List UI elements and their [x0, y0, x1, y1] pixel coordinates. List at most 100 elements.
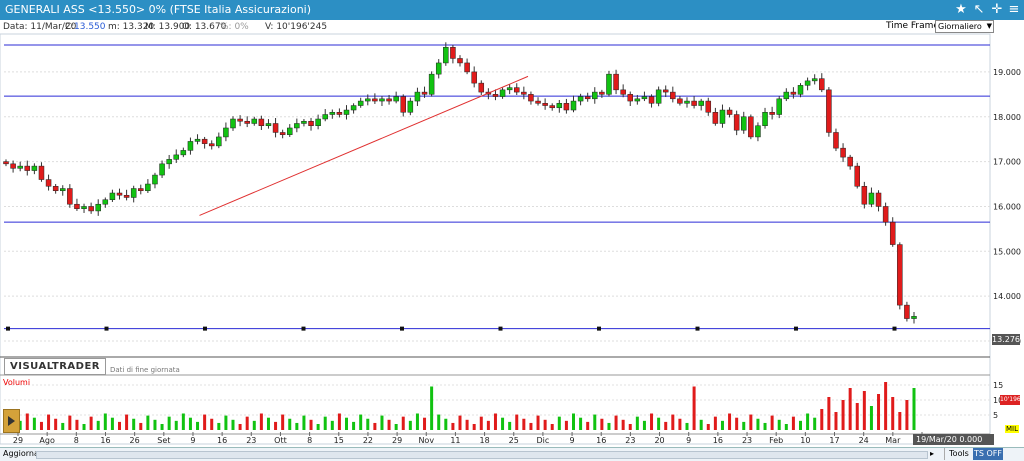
volume-bar: [32, 417, 36, 430]
line-anchor-marker: [498, 326, 503, 331]
volume-bar: [791, 416, 795, 430]
candle-body: [159, 163, 165, 176]
ts-off-button[interactable]: TS OFF: [973, 448, 1003, 460]
volume-bar: [160, 424, 164, 430]
candle-body: [613, 73, 619, 91]
candle-body: [769, 112, 775, 115]
candle-body: [797, 85, 804, 95]
volume-bar: [763, 422, 767, 430]
line-anchor-marker: [597, 326, 601, 331]
volume-bar: [472, 424, 476, 430]
candle-body: [10, 163, 16, 169]
scroll-right-icon[interactable]: ▸: [930, 449, 934, 458]
candle-body: [301, 120, 307, 124]
volume-bar: [550, 424, 554, 430]
volume-bar: [281, 414, 285, 430]
volume-bar: [515, 414, 519, 430]
candle-body: [528, 94, 534, 102]
volume-bar: [642, 420, 646, 430]
x-tick-label: 9: [686, 436, 691, 445]
x-tick-label: 16: [713, 436, 723, 445]
volume-bar: [891, 397, 895, 430]
tools-button[interactable]: Tools: [944, 448, 973, 460]
volume-bar: [337, 413, 341, 430]
candle-body: [272, 123, 279, 133]
candle-body: [620, 89, 626, 95]
brand-logo: VISUALTRADER: [4, 358, 106, 375]
volume-bar: [720, 420, 724, 430]
candle-body: [130, 188, 137, 198]
volume-bar: [735, 417, 739, 430]
volume-bar: [252, 420, 256, 430]
volume-bar: [572, 413, 575, 430]
candle-body: [471, 71, 477, 84]
candle-body: [599, 91, 605, 95]
line-anchor-marker: [400, 326, 404, 331]
candle-body: [521, 91, 527, 95]
x-tick-label: 23: [742, 436, 752, 445]
candle-body: [123, 194, 130, 198]
candle-body: [287, 127, 293, 135]
brand-note: Dati di fine giornata: [110, 366, 180, 374]
volume-bar: [905, 400, 909, 430]
candle-body: [152, 174, 158, 185]
volume-bar: [430, 386, 434, 430]
volume-bar: [522, 418, 526, 430]
volume-bar: [501, 417, 505, 430]
volume-bar: [444, 418, 448, 430]
volume-bar: [799, 420, 802, 430]
candle-body: [464, 62, 470, 73]
horizontal-scrollbar[interactable]: [36, 451, 928, 459]
candle-body: [95, 203, 101, 212]
volume-bar: [39, 421, 43, 430]
candle-body: [457, 58, 463, 64]
volume-bar: [657, 417, 661, 430]
candle-body: [826, 89, 832, 133]
volume-bar: [486, 420, 490, 430]
candle-body: [833, 132, 839, 149]
volume-bar: [607, 422, 611, 430]
volume-bar: [394, 424, 398, 430]
candle-body: [31, 165, 38, 171]
volume-bar: [210, 418, 214, 430]
candle-body: [889, 221, 896, 245]
candle-body: [3, 161, 9, 165]
candle-body: [308, 120, 314, 126]
candle-body: [223, 127, 229, 138]
candle-body: [145, 183, 151, 192]
volume-bar: [437, 414, 441, 430]
candle-body: [372, 98, 378, 102]
volume-bar: [536, 415, 540, 430]
price-chart[interactable]: 19.00018.00017.00016.00015.00014.00013.0…: [0, 0, 1024, 460]
candle-body: [38, 165, 45, 180]
candle-body: [634, 98, 641, 102]
update-button[interactable]: Aggiorna: [3, 449, 39, 458]
candle-body: [819, 78, 825, 91]
volume-tick-label: 5: [993, 411, 998, 420]
trend-line: [199, 75, 529, 216]
candle-body: [840, 147, 846, 158]
volume-bar: [174, 420, 178, 430]
volume-bar: [231, 419, 235, 430]
volume-bar: [479, 416, 483, 430]
line-anchor-marker: [695, 326, 700, 331]
volume-bar: [153, 419, 157, 430]
volume-bar: [862, 391, 866, 430]
candle-body: [315, 118, 321, 126]
candle-body: [343, 109, 350, 115]
candle-body: [556, 103, 563, 109]
price-tick-label: 17.000: [993, 158, 1021, 167]
play-icon[interactable]: [3, 409, 20, 433]
volume-bar: [217, 422, 221, 430]
volume-bar: [238, 424, 242, 430]
volume-bar: [465, 419, 469, 430]
x-tick-label: 17: [829, 436, 839, 445]
volume-bar: [586, 421, 590, 430]
volume-bar: [401, 416, 405, 430]
candle-body: [811, 78, 818, 82]
volume-bar: [68, 415, 72, 430]
candle-body: [627, 94, 633, 102]
candle-body: [379, 98, 385, 102]
current-price-tag: 13.276: [992, 334, 1020, 345]
volume-bar: [898, 412, 902, 430]
